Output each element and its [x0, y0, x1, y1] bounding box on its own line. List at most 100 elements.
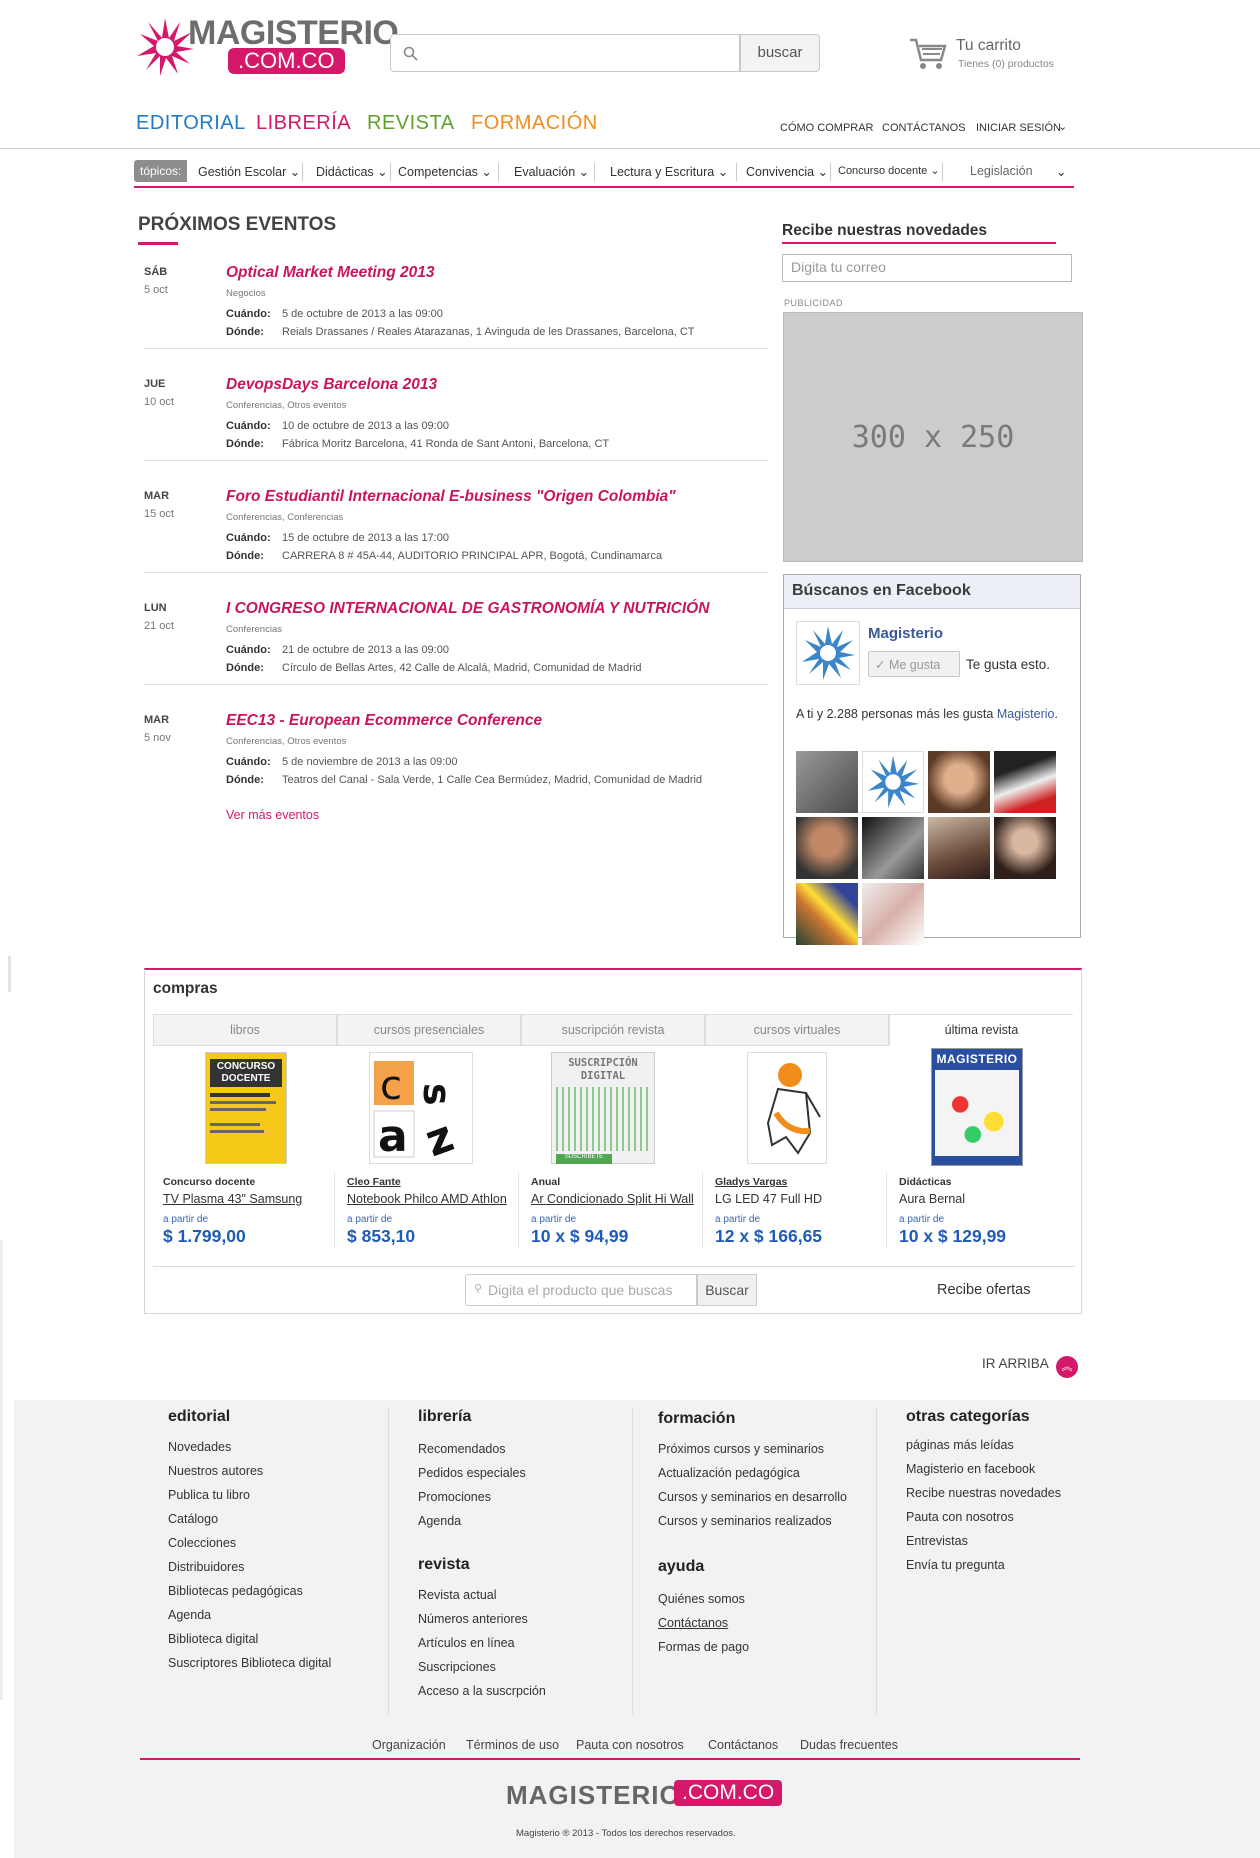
- facebook-page-link[interactable]: Magisterio: [997, 707, 1055, 721]
- product-image[interactable]: MAGISTERIO: [931, 1048, 1023, 1166]
- footer-link[interactable]: Agenda: [418, 1514, 461, 1528]
- fan-avatar[interactable]: [796, 817, 858, 879]
- footer-link[interactable]: Suscriptores Biblioteca digital: [168, 1656, 331, 1670]
- product-image[interactable]: SUSCRIPCIÓN DIGITAL SUSCRÍBETE: [551, 1052, 655, 1164]
- footer-link[interactable]: Revista actual: [418, 1588, 497, 1602]
- product-search-input[interactable]: ⚲ Digita el producto que buscas: [465, 1274, 697, 1306]
- nav-formacion[interactable]: FORMACIÓN: [471, 112, 598, 135]
- tab-cursos-virtuales[interactable]: cursos virtuales: [705, 1014, 889, 1046]
- facebook-page-name[interactable]: Magisterio: [868, 625, 943, 642]
- fan-avatar[interactable]: [796, 883, 858, 945]
- footer-link[interactable]: Magisterio en facebook: [906, 1462, 1035, 1476]
- event-title-link[interactable]: Foro Estudiantil Internacional E-busines…: [226, 488, 676, 506]
- footer-link[interactable]: Colecciones: [168, 1536, 236, 1550]
- product-name[interactable]: LG LED 47 Full HD: [715, 1192, 822, 1206]
- event-title-link[interactable]: Optical Market Meeting 2013: [226, 264, 434, 282]
- tab-suscripcion-revista[interactable]: suscripción revista: [521, 1014, 705, 1046]
- nav-revista[interactable]: REVISTA: [367, 112, 455, 135]
- footer-link[interactable]: Formas de pago: [658, 1640, 749, 1654]
- product-image[interactable]: CONCURSO DOCENTE: [205, 1052, 287, 1164]
- product-card[interactable]: MAGISTERIO Didácticas Aura Bernal a part…: [889, 1048, 1071, 1268]
- product-name[interactable]: Aura Bernal: [899, 1192, 965, 1206]
- fan-avatar[interactable]: [994, 751, 1056, 813]
- tab-libros[interactable]: libros: [153, 1014, 337, 1046]
- fan-avatar[interactable]: [862, 751, 924, 813]
- footer-link[interactable]: Cursos y seminarios en desarrollo: [658, 1490, 847, 1504]
- topic-competencias[interactable]: Competencias ⌄: [398, 164, 492, 179]
- chevron-down-icon[interactable]: ⌄: [1058, 120, 1067, 133]
- search-input[interactable]: [390, 34, 740, 72]
- product-card[interactable]: SUSCRIPCIÓN DIGITAL SUSCRÍBETE Anual Ar …: [521, 1052, 703, 1272]
- nav-editorial[interactable]: EDITORIAL: [136, 112, 246, 135]
- chevron-up-icon[interactable]: ︽: [1056, 1356, 1078, 1378]
- facebook-page-avatar[interactable]: [796, 621, 860, 685]
- footer-link[interactable]: Pedidos especiales: [418, 1466, 526, 1480]
- footer-link[interactable]: Artículos en línea: [418, 1636, 515, 1650]
- footer-link[interactable]: Cursos y seminarios realizados: [658, 1514, 832, 1528]
- more-events-link[interactable]: Ver más eventos: [226, 808, 319, 822]
- topic-didacticas[interactable]: Didácticas ⌄: [316, 164, 388, 179]
- footer-link[interactable]: Quiénes somos: [658, 1592, 745, 1606]
- nav-contactanos[interactable]: CONTÁCTANOS: [882, 122, 966, 134]
- footer-logo-domain[interactable]: .COM.CO: [674, 1780, 783, 1806]
- footer-link[interactable]: Pauta con nosotros: [906, 1510, 1014, 1524]
- footer-link[interactable]: páginas más leídas: [906, 1438, 1014, 1452]
- nav-como-comprar[interactable]: CÓMO COMPRAR: [780, 122, 874, 134]
- product-image[interactable]: casz: [369, 1052, 473, 1167]
- footer-link[interactable]: Números anteriores: [418, 1612, 528, 1626]
- offers-link[interactable]: Recibe ofertas: [937, 1282, 1031, 1298]
- event-title-link[interactable]: EEC13 - European Ecommerce Conference: [226, 712, 542, 730]
- footer-link[interactable]: Contáctanos: [658, 1616, 728, 1630]
- product-name[interactable]: TV Plasma 43" Samsung: [163, 1192, 302, 1206]
- logo-domain[interactable]: .COM.CO: [228, 48, 345, 74]
- product-name[interactable]: Ar Condicionado Split Hi Wall: [531, 1192, 694, 1206]
- footer-link[interactable]: Acceso a la suscrpción: [418, 1684, 546, 1698]
- product-image[interactable]: [747, 1052, 827, 1164]
- footer-link[interactable]: Distribuidores: [168, 1560, 244, 1574]
- footer-link[interactable]: Publica tu libro: [168, 1488, 250, 1502]
- chevron-down-icon[interactable]: ⌄: [1056, 164, 1066, 179]
- footer-link[interactable]: Agenda: [168, 1608, 211, 1622]
- footer-bottom-link[interactable]: Pauta con nosotros: [576, 1738, 684, 1752]
- topic-gestion-escolar[interactable]: Gestión Escolar ⌄: [198, 164, 300, 179]
- newsletter-email-input[interactable]: Digita tu correo: [782, 254, 1072, 282]
- footer-link[interactable]: Promociones: [418, 1490, 491, 1504]
- fan-avatar[interactable]: [862, 883, 924, 945]
- product-card[interactable]: CONCURSO DOCENTE Concurso docente TV Pla…: [153, 1052, 335, 1272]
- facebook-like-button[interactable]: ✓ Me gusta: [868, 651, 960, 677]
- cart-title[interactable]: Tu carrito: [956, 37, 1021, 55]
- topic-legislacion[interactable]: Legislación: [970, 164, 1033, 178]
- event-title-link[interactable]: I CONGRESO INTERNACIONAL DE GASTRONOMÍA …: [226, 600, 709, 618]
- footer-logo-wordmark[interactable]: MAGISTERIO: [506, 1780, 681, 1811]
- footer-link[interactable]: Suscripciones: [418, 1660, 496, 1674]
- footer-link[interactable]: Biblioteca digital: [168, 1632, 258, 1646]
- product-search-button[interactable]: Buscar: [697, 1274, 757, 1306]
- fan-avatar[interactable]: [994, 817, 1056, 879]
- product-card[interactable]: casz Cleo Fante Notebook Philco AMD Athl…: [337, 1052, 519, 1272]
- fan-avatar[interactable]: [928, 751, 990, 813]
- product-card[interactable]: Gladys Vargas LG LED 47 Full HD a partir…: [705, 1052, 887, 1272]
- event-title-link[interactable]: DevopsDays Barcelona 2013: [226, 376, 437, 394]
- fan-avatar[interactable]: [928, 817, 990, 879]
- product-name[interactable]: Notebook Philco AMD Athlon: [347, 1192, 507, 1206]
- footer-link[interactable]: Recomendados: [418, 1442, 506, 1456]
- footer-bottom-link[interactable]: Términos de uso: [466, 1738, 559, 1752]
- back-to-top-link[interactable]: IR ARRIBA: [982, 1356, 1049, 1371]
- footer-link[interactable]: Bibliotecas pedagógicas: [168, 1584, 303, 1598]
- footer-link[interactable]: Actualización pedagógica: [658, 1466, 800, 1480]
- footer-link[interactable]: Nuestros autores: [168, 1464, 263, 1478]
- tab-ultima-revista[interactable]: última revista: [889, 1014, 1073, 1046]
- footer-link[interactable]: Catálogo: [168, 1512, 218, 1526]
- cart-icon[interactable]: [908, 36, 948, 72]
- logo-burst-icon[interactable]: [134, 16, 196, 78]
- tab-cursos-presenciales[interactable]: cursos presenciales: [337, 1014, 521, 1046]
- nav-libreria[interactable]: LIBRERÍA: [256, 112, 351, 135]
- fan-avatar[interactable]: [796, 751, 858, 813]
- topic-concurso-docente[interactable]: Concurso docente ⌄: [838, 164, 940, 177]
- footer-link[interactable]: Envía tu pregunta: [906, 1558, 1005, 1572]
- footer-link[interactable]: Entrevistas: [906, 1534, 968, 1548]
- fan-avatar[interactable]: [862, 817, 924, 879]
- footer-bottom-link[interactable]: Organización: [372, 1738, 446, 1752]
- topic-lectura-escritura[interactable]: Lectura y Escritura ⌄: [610, 164, 728, 179]
- footer-bottom-link[interactable]: Contáctanos: [708, 1738, 778, 1752]
